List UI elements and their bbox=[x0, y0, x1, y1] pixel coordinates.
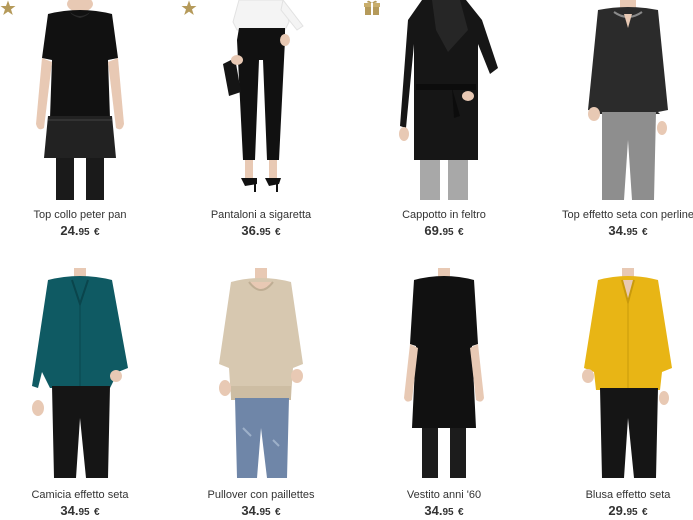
price-currency: € bbox=[275, 507, 281, 518]
price-currency: € bbox=[275, 227, 281, 238]
product-image[interactable] bbox=[181, 0, 341, 200]
product-card-camicia-effetto-seta[interactable]: Camicia effetto seta 34.95 € bbox=[0, 268, 160, 518]
price-integer: 69. bbox=[424, 223, 443, 238]
price-integer: 34. bbox=[60, 503, 79, 518]
price-integer: 24. bbox=[60, 223, 79, 238]
price-currency: € bbox=[94, 227, 100, 238]
product-card-top-effetto-seta-con-perline[interactable]: Top effetto seta con perline 34.95 € bbox=[548, 0, 693, 250]
product-card-pullover-con-paillettes[interactable]: Pullover con paillettes 34.95 € bbox=[181, 268, 341, 518]
price-currency: € bbox=[94, 507, 100, 518]
product-name[interactable]: Vestito anni '60 bbox=[364, 489, 524, 501]
product-card-pantaloni-a-sigaretta[interactable]: Pantaloni a sigaretta 36.95 € bbox=[181, 0, 341, 250]
product-name[interactable]: Camicia effetto seta bbox=[0, 489, 160, 501]
product-card-vestito-anni-60[interactable]: Vestito anni '60 34.95 € bbox=[364, 268, 524, 518]
product-image[interactable] bbox=[181, 268, 341, 478]
product-image[interactable] bbox=[364, 0, 524, 200]
product-price: 34.95 € bbox=[0, 502, 160, 520]
price-currency: € bbox=[642, 507, 648, 518]
product-card-blusa-effetto-seta[interactable]: Blusa effetto seta 29.95 € bbox=[548, 268, 693, 518]
price-integer: 29. bbox=[608, 503, 627, 518]
price-decimal: 95 bbox=[78, 227, 90, 238]
price-decimal: 95 bbox=[442, 507, 454, 518]
price-decimal: 95 bbox=[626, 507, 638, 518]
product-grid: Top collo peter pan 24.95 € Pantaloni a … bbox=[0, 0, 693, 518]
gift-icon bbox=[364, 0, 380, 16]
product-name[interactable]: Blusa effetto seta bbox=[548, 489, 693, 501]
product-image[interactable] bbox=[548, 268, 693, 478]
product-card-top-collo-peter-pan[interactable]: Top collo peter pan 24.95 € bbox=[0, 0, 160, 250]
product-name[interactable]: Cappotto in feltro bbox=[364, 209, 524, 221]
product-image[interactable] bbox=[364, 268, 524, 478]
product-name[interactable]: Pantaloni a sigaretta bbox=[181, 209, 341, 221]
price-decimal: 95 bbox=[442, 227, 454, 238]
product-price: 29.95 € bbox=[548, 502, 693, 520]
product-price: 34.95 € bbox=[181, 502, 341, 520]
product-card-cappotto-in-feltro[interactable]: Cappotto in feltro 69.95 € bbox=[364, 0, 524, 250]
product-price: 69.95 € bbox=[364, 222, 524, 240]
product-name[interactable]: Pullover con paillettes bbox=[181, 489, 341, 501]
star-icon bbox=[0, 0, 16, 16]
product-name[interactable]: Top effetto seta con perline bbox=[548, 209, 693, 221]
price-decimal: 95 bbox=[259, 227, 271, 238]
price-decimal: 95 bbox=[626, 227, 638, 238]
price-currency: € bbox=[642, 227, 648, 238]
price-currency: € bbox=[458, 507, 464, 518]
product-price: 34.95 € bbox=[548, 222, 693, 240]
star-icon bbox=[181, 0, 197, 16]
price-integer: 34. bbox=[241, 503, 260, 518]
price-decimal: 95 bbox=[259, 507, 271, 518]
product-image[interactable] bbox=[548, 0, 693, 200]
price-integer: 34. bbox=[424, 503, 443, 518]
product-image[interactable] bbox=[0, 268, 160, 478]
product-price: 36.95 € bbox=[181, 222, 341, 240]
price-integer: 34. bbox=[608, 223, 627, 238]
product-image[interactable] bbox=[0, 0, 160, 200]
price-integer: 36. bbox=[241, 223, 260, 238]
price-currency: € bbox=[458, 227, 464, 238]
price-decimal: 95 bbox=[78, 507, 90, 518]
product-name[interactable]: Top collo peter pan bbox=[0, 209, 160, 221]
product-price: 24.95 € bbox=[0, 222, 160, 240]
product-price: 34.95 € bbox=[364, 502, 524, 520]
